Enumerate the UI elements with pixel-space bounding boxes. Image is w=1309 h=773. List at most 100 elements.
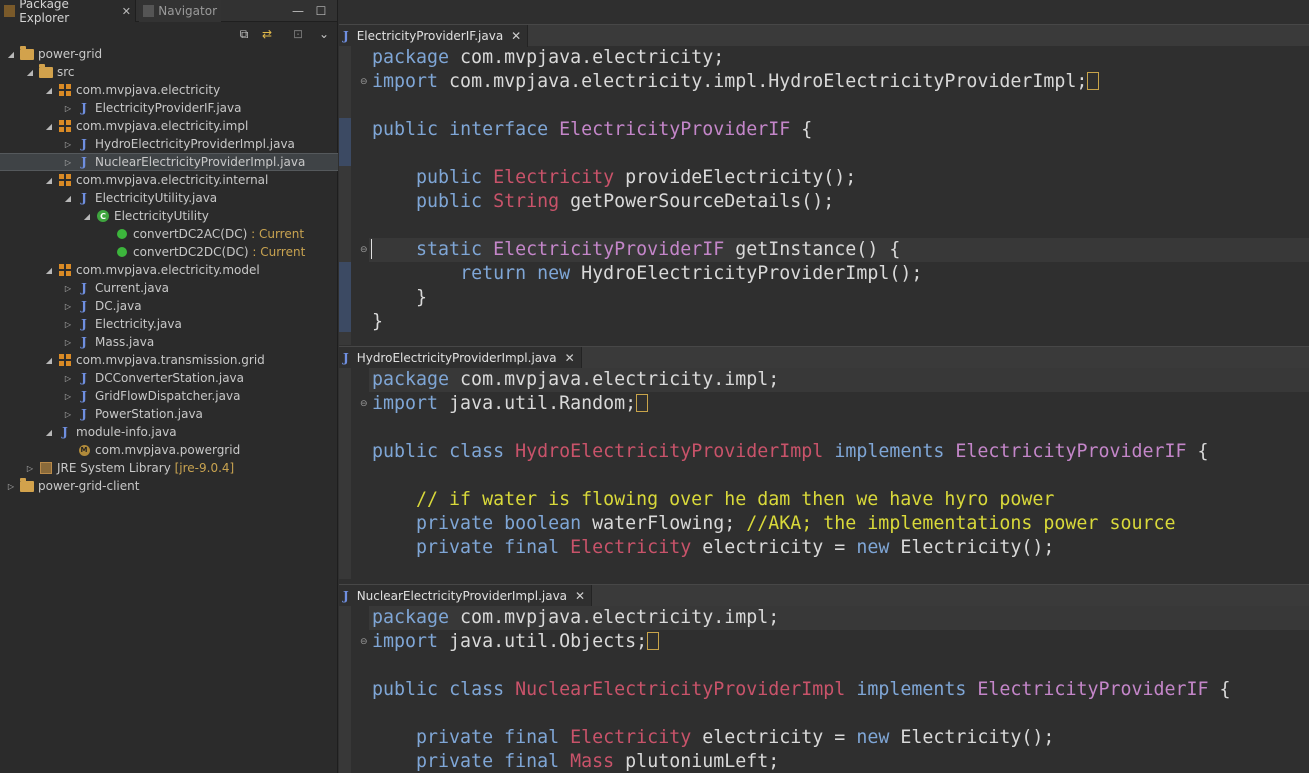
collapse-arrow-icon[interactable]: ◢ (82, 211, 92, 221)
collapse-arrow-icon[interactable]: ◢ (44, 265, 54, 275)
tree-item[interactable]: ◢ com.mvpjava.electricity (0, 81, 338, 99)
fold-toggle-icon[interactable]: ⊖ (360, 399, 368, 409)
collapse-arrow-icon[interactable]: ◢ (44, 121, 54, 131)
expand-arrow-icon[interactable]: ▷ (63, 409, 73, 419)
tree-item[interactable]: Mcom.mvpjava.powergrid (0, 441, 338, 459)
tree-item[interactable]: ▷ J NuclearElectricityProviderImpl.java (0, 153, 338, 171)
code-line: public String getPowerSourceDetails(); (372, 190, 834, 214)
code-line: private final Electricity electricity = … (372, 536, 1054, 560)
tab-package-explorer[interactable]: Package Explorer ✕ (0, 0, 136, 25)
code-line: private final Electricity electricity = … (372, 726, 1054, 750)
editor-tab[interactable]: J HydroElectricityProviderImpl.java ✕ (339, 347, 582, 369)
java-file-icon: J (81, 191, 87, 205)
code-token: // if water is flowing over he dam then … (416, 489, 1055, 510)
collapse-all-icon[interactable]: ⧉ (236, 26, 252, 42)
expand-arrow-icon[interactable]: ▷ (6, 481, 16, 491)
tree-item[interactable]: ◢ C ElectricityUtility (0, 207, 338, 225)
close-icon[interactable]: ✕ (565, 351, 575, 365)
tree-item[interactable]: ▷ J Current.java (0, 279, 338, 297)
fold-toggle-icon[interactable]: ⊖ (360, 637, 368, 647)
collapse-arrow-icon[interactable]: ◢ (44, 427, 54, 437)
tree-item[interactable]: convertDC2DC(DC) : Current (0, 243, 338, 261)
code-token: package (372, 607, 450, 628)
expand-arrow-icon[interactable]: ▷ (63, 283, 73, 293)
view-menu-chevron-down-icon[interactable]: ⌄ (316, 26, 332, 42)
tree-item-label: power-grid-client (38, 479, 139, 493)
focus-on-active-task-icon[interactable]: ⊡ (290, 26, 306, 42)
tree-item-label: com.mvpjava.electricity.model (76, 263, 260, 277)
tree-item[interactable]: ▷ J DC.java (0, 297, 338, 315)
tree-item[interactable]: ◢ com.mvpjava.electricity.model (0, 261, 338, 279)
tree-item[interactable]: ▷ J PowerStation.java (0, 405, 338, 423)
tree-item-label: NuclearElectricityProviderImpl.java (95, 155, 305, 169)
code-line: public class HydroElectricityProviderImp… (372, 440, 1209, 464)
code-token: } (372, 311, 384, 332)
link-with-editor-icon[interactable]: ⇄ (259, 26, 275, 42)
tree-item[interactable]: ▷ J DCConverterStation.java (0, 369, 338, 387)
collapse-arrow-icon[interactable]: ◢ (25, 67, 35, 77)
code-area[interactable]: package com.mvpjava.electricity; ⊖ import … (339, 46, 1309, 345)
collapse-arrow-icon[interactable]: ◢ (44, 355, 54, 365)
tree-item[interactable]: ▷ power-grid-client (0, 477, 338, 495)
tree-item-text: PowerStation.java (95, 407, 203, 421)
tree-item[interactable]: ▷ J Electricity.java (0, 315, 338, 333)
expand-arrow-icon[interactable]: ▷ (63, 301, 73, 311)
expand-arrow-icon[interactable]: ▷ (63, 319, 73, 329)
collapse-arrow-icon[interactable]: ◢ (63, 193, 73, 203)
ruler-highlight (339, 118, 351, 166)
code-area[interactable]: package com.mvpjava.electricity.impl; ⊖ im… (339, 606, 1309, 773)
tree-item[interactable]: ▷ J ElectricityProviderIF.java (0, 99, 338, 117)
code-token: electricity = (691, 727, 857, 748)
tree-item[interactable]: convertDC2AC(DC) : Current (0, 225, 338, 243)
minimize-icon[interactable]: — (290, 3, 306, 19)
expand-arrow-icon[interactable]: ▷ (63, 391, 73, 401)
tree-item-text: power-grid-client (38, 479, 140, 493)
code-token: Electricity (570, 727, 692, 748)
close-icon[interactable]: ✕ (122, 5, 131, 18)
expand-arrow-icon[interactable]: ▷ (25, 463, 35, 473)
code-token: Electricity(); (889, 727, 1055, 748)
tab-navigator[interactable]: Navigator (139, 0, 221, 22)
package-icon (58, 83, 72, 97)
expand-arrow-icon[interactable]: ▷ (63, 103, 73, 113)
source-folder-icon (39, 63, 53, 79)
close-icon[interactable]: ✕ (575, 589, 585, 603)
tree-item-text: com.mvpjava.electricity.model (76, 263, 260, 277)
tree-item-label: com.mvpjava.electricity (76, 83, 220, 97)
editor-tab[interactable]: J ElectricityProviderIF.java ✕ (339, 25, 529, 47)
code-token: ElectricityProviderIF (559, 119, 791, 140)
tree-item-text: com.mvpjava.transmission.grid (76, 353, 265, 367)
code-token: public (372, 679, 439, 700)
tree-item-label: com.mvpjava.electricity.internal (76, 173, 268, 187)
collapse-arrow-icon[interactable]: ◢ (44, 175, 54, 185)
maximize-icon[interactable]: ☐ (313, 3, 329, 19)
expand-arrow-icon[interactable]: ▷ (63, 337, 73, 347)
fold-toggle-icon[interactable]: ⊖ (360, 77, 368, 87)
collapse-arrow-icon[interactable]: ◢ (44, 85, 54, 95)
tree-item[interactable]: ◢ com.mvpjava.transmission.grid (0, 351, 338, 369)
expand-arrow-icon[interactable]: ▷ (63, 157, 73, 167)
tree-item[interactable]: ◢ Jmodule-info.java (0, 423, 338, 441)
expand-arrow-icon[interactable]: ▷ (63, 373, 73, 383)
tree-item[interactable]: ▷ J HydroElectricityProviderImpl.java (0, 135, 338, 153)
code-area[interactable]: package com.mvpjava.electricity.impl; ⊖ im… (339, 368, 1309, 579)
tree-item[interactable]: ◢ com.mvpjava.electricity.internal (0, 171, 338, 189)
tree-item[interactable]: ◢ J ElectricityUtility.java (0, 189, 338, 207)
tree-item[interactable]: ▷ J Mass.java (0, 333, 338, 351)
code-token: provideElectricity(); (614, 167, 857, 188)
tree-item[interactable]: ◢ power-grid (0, 45, 338, 63)
fold-toggle-icon[interactable]: ⊖ (360, 245, 368, 255)
tree-item-text: com.mvpjava.electricity (76, 83, 221, 97)
collapse-arrow-icon[interactable]: ◢ (6, 49, 16, 59)
java-file-icon: J (81, 281, 87, 295)
editor-tab[interactable]: J NuclearElectricityProviderImpl.java ✕ (339, 585, 593, 607)
tree-item[interactable]: ▷ JRE System Library [jre-9.0.4] (0, 459, 338, 477)
expand-arrow-icon[interactable]: ▷ (63, 139, 73, 149)
tree-item[interactable]: ◢ src (0, 63, 338, 81)
tree-item[interactable]: ◢ com.mvpjava.electricity.impl (0, 117, 338, 135)
close-icon[interactable]: ✕ (511, 29, 521, 43)
tree-item[interactable]: ▷ J GridFlowDispatcher.java (0, 387, 338, 405)
tree-item-label: com.mvpjava.transmission.grid (76, 353, 265, 367)
